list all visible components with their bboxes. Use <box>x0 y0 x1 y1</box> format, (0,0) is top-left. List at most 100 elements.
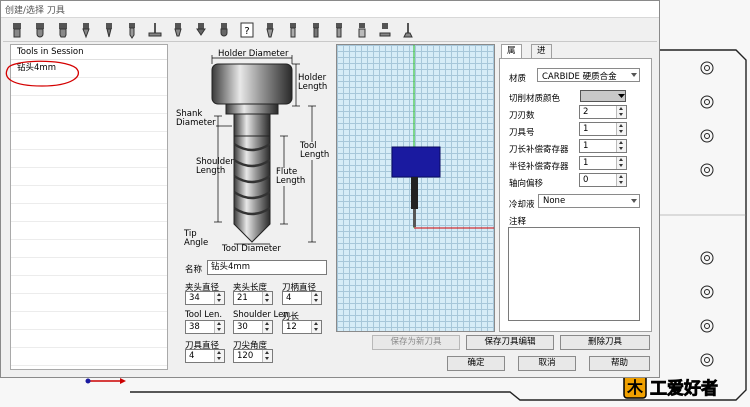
chevron-down-icon <box>631 73 637 77</box>
countersink-icon <box>196 23 206 36</box>
holder-len-input[interactable]: 21 <box>233 291 273 305</box>
holder-dia-value: 34 <box>189 293 200 303</box>
vbit-icon <box>82 23 90 39</box>
tool-list-empty-row <box>11 348 167 366</box>
shank-dia-value: 4 <box>286 293 292 303</box>
holder-len-value: 21 <box>237 293 248 303</box>
tool-len-value: 38 <box>189 322 200 332</box>
shoulder-len-input[interactable]: 30 <box>233 320 273 334</box>
spin-arrows[interactable] <box>616 157 626 169</box>
notes-textarea[interactable] <box>508 227 640 321</box>
reamer-icon <box>313 23 319 38</box>
chevron-down-icon[interactable] <box>617 91 626 101</box>
lollipop-icon[interactable] <box>145 20 165 40</box>
spin-arrows[interactable] <box>616 123 626 135</box>
help-button[interactable]: 帮助 <box>589 356 650 371</box>
slot-cutter-icon[interactable] <box>375 20 395 40</box>
drill-icon[interactable] <box>122 20 142 40</box>
holder-dia-input[interactable]: 34 <box>185 291 225 305</box>
coolant-select[interactable]: None <box>538 194 640 208</box>
spin-arrows[interactable] <box>262 292 272 304</box>
tool-len-label: Tool Len. <box>185 310 223 320</box>
length-offset-value: 1 <box>583 141 589 151</box>
unknown-tool-icon[interactable]: ? <box>237 20 257 40</box>
length-offset-input[interactable]: 1 <box>579 139 627 153</box>
tool-dia-value: 4 <box>189 351 195 361</box>
cancel-button[interactable]: 取消 <box>518 356 576 371</box>
shoulder-len-value: 30 <box>237 322 248 332</box>
spin-arrows[interactable] <box>262 321 272 333</box>
tool-list-empty-row <box>11 240 167 258</box>
slot-cutter-icon <box>379 23 391 37</box>
material-label: 材质 <box>509 74 527 84</box>
round-icon[interactable] <box>214 20 234 40</box>
shank-diameter-label: Shank Diameter <box>176 109 216 128</box>
reamer-icon[interactable] <box>306 20 326 40</box>
tool-type-toolbar: ? <box>3 19 657 42</box>
spin-arrows[interactable] <box>616 140 626 152</box>
tool-name-input[interactable]: 钻头4mm <box>207 260 327 275</box>
svg-text:工爱好者: 工爱好者 <box>650 378 718 399</box>
coolant-value: None <box>543 196 566 206</box>
flute-len-input[interactable]: 12 <box>282 320 322 334</box>
taper-icon[interactable] <box>260 20 280 40</box>
thread-mill-icon <box>358 23 366 38</box>
endmill-flat-icon[interactable] <box>7 20 27 40</box>
spin-arrows[interactable] <box>262 350 272 362</box>
tool-number-input[interactable]: 1 <box>579 122 627 136</box>
countersink-icon[interactable] <box>191 20 211 40</box>
shank-dia-input[interactable]: 4 <box>282 291 322 305</box>
holder-diameter-label: Holder Diameter <box>218 49 289 59</box>
tab-properties[interactable]: 属性 <box>501 44 522 69</box>
material-value: CARBIDE 硬质合金 <box>542 72 617 82</box>
tab-feeds[interactable]: 进给速度 <box>531 44 552 95</box>
chevron-down-icon <box>631 199 637 203</box>
shoulder-length-label: Shoulder Length <box>196 157 234 176</box>
tool-dia-input[interactable]: 4 <box>185 349 225 363</box>
tool-preview-viewport[interactable] <box>336 44 495 332</box>
spin-arrows[interactable] <box>214 321 224 333</box>
axial-offset-input[interactable]: 0 <box>579 173 627 187</box>
endmill-bull-icon <box>59 23 67 38</box>
flutes-input[interactable]: 2 <box>579 105 627 119</box>
save-edits-button[interactable]: 保存刀具编辑 <box>466 335 554 350</box>
endmill-bull-icon[interactable] <box>53 20 73 40</box>
flutes-label: 刀刃数 <box>509 111 535 121</box>
boring-icon <box>336 23 342 38</box>
tool-list-empty-row <box>11 312 167 330</box>
endmill-ball-icon[interactable] <box>30 20 50 40</box>
tap-icon[interactable] <box>283 20 303 40</box>
delete-tool-button[interactable]: 删除刀具 <box>560 335 650 350</box>
tool-len-input[interactable]: 38 <box>185 320 225 334</box>
notes-label: 注释 <box>509 217 527 227</box>
spin-arrows[interactable] <box>616 174 626 186</box>
spin-arrows[interactable] <box>311 292 321 304</box>
spin-arrows[interactable] <box>214 292 224 304</box>
boring-icon[interactable] <box>329 20 349 40</box>
title-bar: 创建/选择 刀具 <box>1 1 659 18</box>
spin-arrows[interactable] <box>616 106 626 118</box>
lollipop-icon <box>148 23 162 37</box>
save-as-new-button[interactable]: 保存为新刀具 <box>372 335 460 350</box>
tool-list-empty-row <box>11 222 167 240</box>
axial-offset-value: 0 <box>583 175 589 185</box>
tool-list[interactable]: Tools in Session 钻头4mm <box>10 44 168 370</box>
tap-icon <box>290 23 296 38</box>
spin-arrows[interactable] <box>214 350 224 362</box>
engrave-icon[interactable] <box>99 20 119 40</box>
svg-text:?: ? <box>244 26 249 37</box>
spin-arrows[interactable] <box>311 321 321 333</box>
ok-button[interactable]: 确定 <box>447 356 505 371</box>
round-icon <box>220 23 228 37</box>
tip-angle-label: Tip Angle <box>184 229 209 248</box>
radius-offset-input[interactable]: 1 <box>579 156 627 170</box>
tip-angle-input[interactable]: 120 <box>233 349 273 363</box>
engrave-icon <box>106 23 112 38</box>
dovetail-icon[interactable] <box>398 20 418 40</box>
thread-mill-icon[interactable] <box>352 20 372 40</box>
chamfer-icon[interactable] <box>168 20 188 40</box>
vbit-icon[interactable] <box>76 20 96 40</box>
tool-list-empty-row <box>11 114 167 132</box>
material-select[interactable]: CARBIDE 硬质合金 <box>537 68 640 82</box>
tool-list-empty-row <box>11 258 167 276</box>
